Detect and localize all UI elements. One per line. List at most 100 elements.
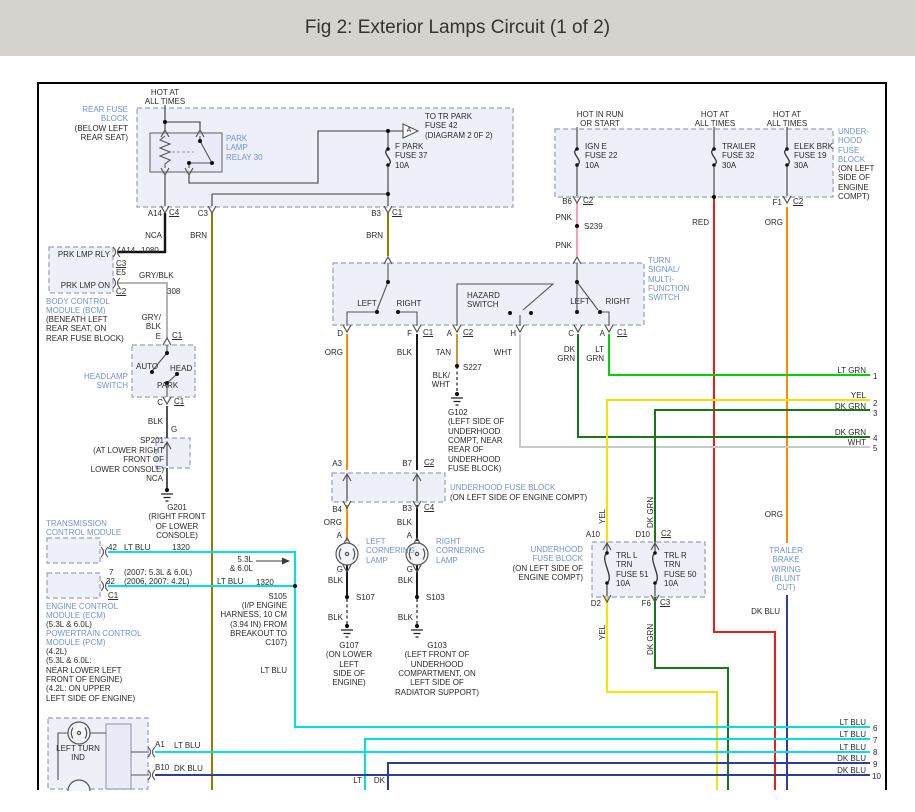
org-3-label: ORG xyxy=(765,510,783,519)
triangle-a-label: A xyxy=(407,127,412,135)
exit-2-label-label: YEL xyxy=(851,391,866,400)
conn-c1-f-label: C1 xyxy=(423,328,433,337)
brn-2-label: BRN xyxy=(366,231,383,240)
head-label: HEAD xyxy=(170,364,192,373)
exit-5-label-label: WHT xyxy=(848,438,866,447)
exit-6-num-label: 6 xyxy=(873,724,877,733)
pin-d-label: D xyxy=(337,329,343,338)
conn-b7-label: B7 xyxy=(402,459,412,468)
pin-a-llamp-label: A xyxy=(337,531,342,540)
blk-3-label: BLK xyxy=(397,518,412,527)
g107-label: G107 (ON LOWER LEFT SIDE OF ENGINE) xyxy=(326,641,372,688)
turn-signal-label: TURN SIGNAL/ MULTI- FUNCTION SWITCH xyxy=(648,256,689,303)
exit-6-label-label: LT BLU xyxy=(840,718,866,727)
gry-blk-2-label: GRY/ BLK xyxy=(142,313,161,332)
lt-cut-label: LT xyxy=(353,776,362,785)
nca-1-label: NCA xyxy=(145,231,162,240)
g102-label: G102 (LEFT SIDE OF UNDERHOOD COMPT, NEAR… xyxy=(448,408,504,474)
ts-left-1-label: LEFT xyxy=(357,299,377,308)
exit-10-num-label: 10 xyxy=(872,772,881,781)
conn-a14-label: A14 xyxy=(148,209,162,218)
blk-2-label: BLK xyxy=(397,348,412,357)
conn-f6-label: F6 xyxy=(642,599,651,608)
hot-at-rear-label: HOT AT ALL TIMES xyxy=(145,88,185,107)
dkgrn-v1-label: DK GRN xyxy=(646,497,655,528)
conn-c1-b3-label: C1 xyxy=(392,208,402,217)
conn-c2-bcm-label: C2 xyxy=(116,287,126,296)
conn-d10-label: D10 xyxy=(635,530,650,539)
blk-4-label: BLK xyxy=(328,576,343,585)
conn-c3-label: C3 xyxy=(198,209,208,218)
exit-8-num-label: 8 xyxy=(873,748,877,757)
blk-5-label: BLK xyxy=(398,576,413,585)
s105-loc-label: (I/P ENGINE HARNESS, 10 CM (3.94 IN) FRO… xyxy=(220,601,287,648)
conn-e5-label: E5 xyxy=(116,268,126,277)
conn-a3-label: A3 xyxy=(332,459,342,468)
elek-brk-fuse-label: ELEK BRK FUSE 19 30A xyxy=(794,142,833,170)
lt-blu-s105-label: LT BLU xyxy=(261,666,287,675)
trl-r-fuse-label: TRL R TRN FUSE 50 10A xyxy=(664,551,696,588)
red-1-label: RED xyxy=(692,218,709,227)
wht-1-label: WHT xyxy=(494,348,512,357)
auto-label: AUTO xyxy=(136,362,158,371)
conn-c3-bcm-label: C3 xyxy=(116,259,126,268)
blk-7-label: BLK xyxy=(398,613,413,622)
pnk-2-label: PNK xyxy=(556,241,572,250)
conn-a10-label: A10 xyxy=(586,530,600,539)
conn-c1-ecm-label: C1 xyxy=(108,591,118,600)
ecm-label: ENGINE CONTROL MODULE (ECM) xyxy=(46,602,118,621)
pin-a14-label: A14 xyxy=(121,246,135,255)
yel-v1-label: YEL xyxy=(598,509,607,524)
conn-a1-label: A1 xyxy=(155,740,165,749)
exit-4-num-label: 4 xyxy=(873,434,877,443)
ts-right-2-label: RIGHT xyxy=(606,297,631,306)
hot-at-trailer-label: HOT AT ALL TIMES xyxy=(695,110,735,129)
conn-c3-trl-label: C3 xyxy=(660,598,670,607)
note-32-label: (2006, 2007: 4.2L) xyxy=(124,577,189,586)
conn-c2-trl-label: C2 xyxy=(661,529,671,538)
lt-blu-32-label: LT BLU xyxy=(217,577,243,586)
brn-1-label: BRN xyxy=(190,231,207,240)
bcm-label: BODY CONTROL MODULE (BCM) xyxy=(46,297,110,316)
conn-b10-label: B10 xyxy=(155,763,169,772)
underhood-right-loc-label: (ON LEFT SIDE OF ENGINE COMPT) xyxy=(838,164,874,201)
conn-d2-label: D2 xyxy=(591,599,601,608)
exit-10-label-label: DK BLU xyxy=(837,766,866,775)
g201-label: G201 (RIGHT FRONT OF LOWER CONSOLE) xyxy=(148,503,205,540)
trailer-brake-label: TRAILER BRAKE WIRING (BLUNT CUT) xyxy=(769,546,803,593)
pin-a2-ts-label: A xyxy=(600,329,605,338)
org-2-label: ORG xyxy=(325,348,343,357)
dk-grn-1-label: DK GRN xyxy=(557,345,575,364)
exit-5-num-label: 5 xyxy=(873,444,877,453)
wiring-diagram-page: Fig 2: Exterior Lamps Circuit (1 of 2) xyxy=(0,0,915,812)
uh-small-label: UNDERHOOD FUSE BLOCK xyxy=(450,483,555,492)
tan-1-label: TAN xyxy=(436,348,451,357)
s105-label: S105 xyxy=(268,592,287,601)
conn-e-hls-label: E xyxy=(156,332,161,341)
conn-c2-b6-label: C2 xyxy=(583,196,593,205)
exit-8-label-label: LT BLU xyxy=(840,743,866,752)
g-splice-label: G xyxy=(171,425,177,434)
exit-9-label-label: DK BLU xyxy=(837,754,866,763)
pcm-label: POWERTRAIN CONTROL MODULE (PCM) xyxy=(46,629,141,648)
s227-label: S227 xyxy=(463,363,482,372)
nca-2-label: NCA xyxy=(146,474,163,483)
w1320-2-label: 1320 xyxy=(256,578,274,587)
note-7-label: (2007: 5.3L & 6.0L) xyxy=(124,568,192,577)
exit-1-num-label: 1 xyxy=(873,372,877,381)
tcm-label: TRANSMISSION CONTROL MODULE xyxy=(46,519,121,538)
rear-fuse-block-label: REAR FUSE BLOCK xyxy=(82,105,128,124)
eng-53-label: 5.3L & 6.0L xyxy=(230,555,253,574)
park-lamp-relay-label: PARK LAMP RELAY 30 xyxy=(226,134,263,162)
rear-fuse-block-loc-label: (BELOW LEFT REAR SEAT) xyxy=(75,124,128,143)
conn-c2-f1-label: C2 xyxy=(793,197,803,206)
ts-right-1-label: RIGHT xyxy=(397,299,422,308)
right-cornering-label: RIGHT CORNERING LAMP xyxy=(436,537,485,565)
to-tr-park-label: TO TR PARK FUSE 42 (DIAGRAM 2 0F 2) xyxy=(425,112,493,140)
ign-e-fuse-label: IGN E FUSE 22 10A xyxy=(585,142,617,170)
hazard-switch-label: HAZARD SWITCH xyxy=(467,291,500,310)
bcm-loc-label: (BENEATH LEFT REAR SEAT, ON REAR FUSE BL… xyxy=(46,315,124,343)
left-cornering-label: LEFT CORNERING LAMP xyxy=(366,537,415,565)
prk-lmp-rly-label: PRK LMP RLY xyxy=(58,250,110,259)
ecm-note-label: (5.3L & 6.0L) xyxy=(46,620,92,629)
